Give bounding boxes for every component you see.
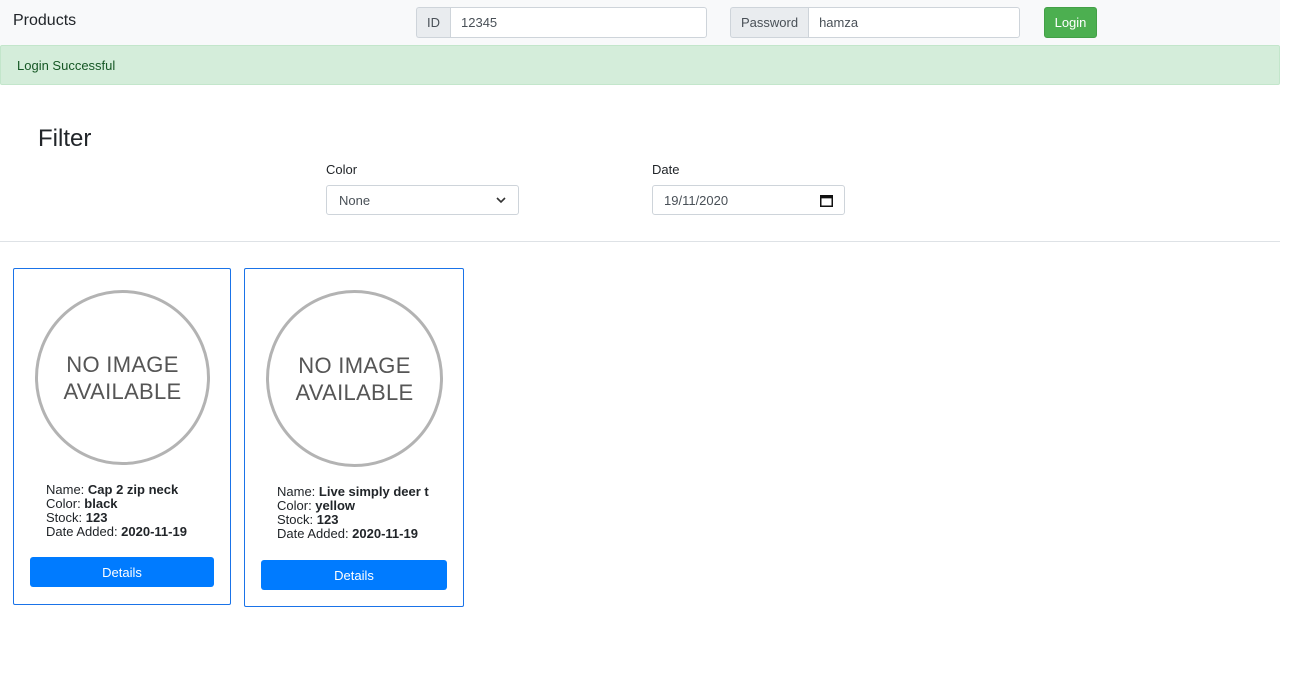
login-button[interactable]: Login [1044, 7, 1097, 38]
color-filter-label: Color [326, 162, 358, 177]
product-info: Name: Cap 2 zip neck Color: black Stock:… [46, 483, 187, 539]
brand-title[interactable]: Products [13, 12, 76, 30]
no-image-text: NO IMAGE [66, 351, 179, 377]
product-name: Cap 2 zip neck [87, 482, 179, 497]
password-input-group: Password [730, 7, 1021, 38]
product-card: NO IMAGE AVAILABLE Name: Live simply dee… [244, 268, 464, 607]
product-stock: 123 [85, 510, 108, 525]
password-input[interactable] [808, 7, 1021, 38]
stock-label: Stock: [277, 512, 317, 527]
section-divider [0, 241, 1280, 242]
login-success-alert: Login Successful [0, 45, 1280, 85]
product-color: black [84, 496, 118, 511]
alert-text: Login Successful [17, 58, 116, 73]
no-image-text: NO IMAGE [298, 352, 411, 378]
password-label: Password [730, 7, 809, 38]
color-select-value: None [339, 192, 371, 208]
name-label: Name: [277, 484, 319, 499]
product-card: NO IMAGE AVAILABLE Name: Cap 2 zip neck … [13, 268, 231, 605]
no-image-text: AVAILABLE [63, 378, 182, 404]
date-added-label: Date Added: [46, 524, 122, 539]
product-info: Name: Live simply deer t Color: yellow S… [277, 485, 429, 541]
details-button[interactable]: Details [30, 557, 214, 587]
name-label: Name: [46, 482, 88, 497]
date-input-value: 19/11/2020 [664, 192, 729, 208]
no-image-placeholder: NO IMAGE AVAILABLE [266, 290, 443, 467]
chevron-down-icon [496, 196, 506, 203]
color-label: Color: [277, 498, 316, 513]
id-input[interactable] [450, 7, 707, 38]
stock-label: Stock: [46, 510, 86, 525]
id-label: ID [416, 7, 450, 38]
navbar: Products ID Password Login [0, 0, 1280, 45]
product-name: Live simply deer t [318, 484, 429, 499]
color-select[interactable]: None [326, 185, 519, 215]
product-color: yellow [315, 498, 356, 513]
product-date-added: 2020-11-19 [352, 526, 418, 541]
product-stock: 123 [316, 512, 339, 527]
id-input-group: ID [416, 7, 707, 38]
date-added-label: Date Added: [277, 526, 353, 541]
color-label: Color: [46, 496, 85, 511]
details-button[interactable]: Details [261, 560, 447, 590]
date-input[interactable]: 19/11/2020 [652, 185, 845, 215]
calendar-icon[interactable] [820, 194, 833, 207]
filter-title: Filter [38, 125, 92, 152]
product-date-added: 2020-11-19 [121, 524, 187, 539]
no-image-text: AVAILABLE [295, 379, 414, 405]
no-image-placeholder: NO IMAGE AVAILABLE [35, 290, 210, 465]
date-filter-label: Date [652, 162, 680, 177]
